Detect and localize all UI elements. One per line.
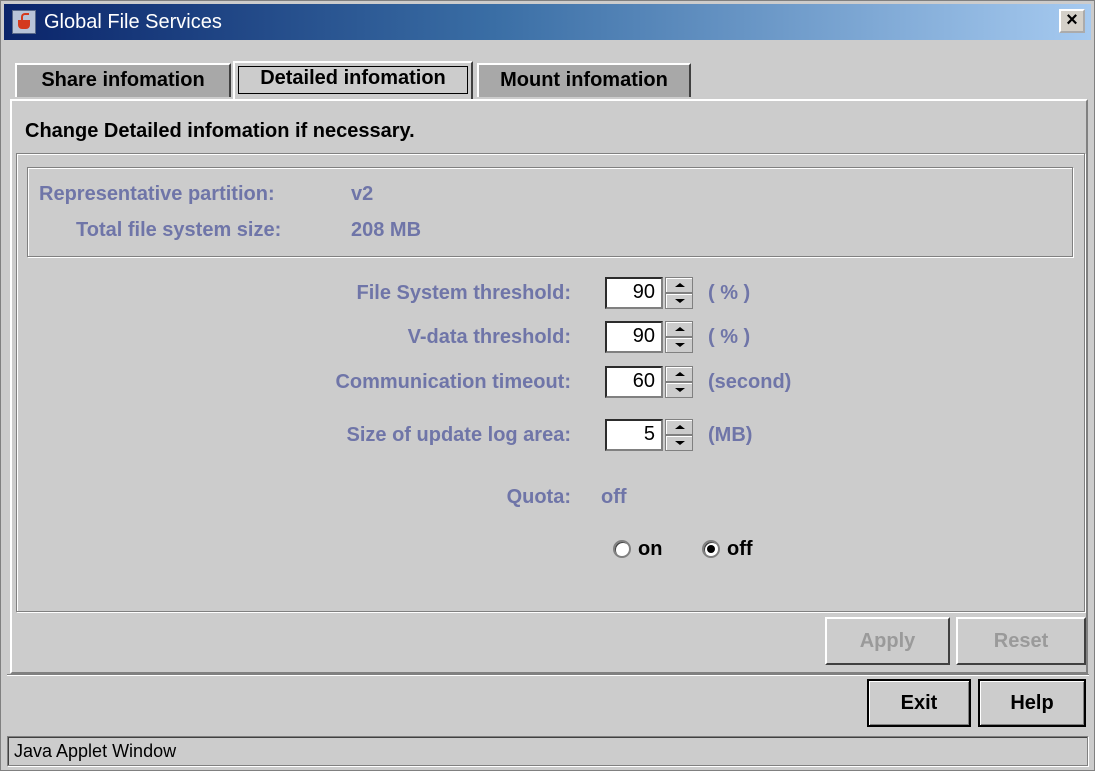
java-cup-icon	[12, 10, 36, 34]
comm-timeout-label: Communication timeout:	[335, 371, 571, 393]
vdata-threshold-input[interactable]: 90	[605, 321, 663, 353]
quota-off-radio[interactable]	[702, 540, 720, 558]
radio-selected-dot	[707, 545, 715, 553]
spinner-up-button[interactable]	[665, 321, 693, 337]
spinner-down-button[interactable]	[665, 382, 693, 398]
comm-timeout-spinner: 60	[605, 366, 693, 398]
size-label: Total file system size:	[76, 219, 282, 241]
arrow-down-icon	[675, 441, 685, 445]
vdata-threshold-unit: ( % )	[708, 326, 751, 348]
arrow-down-icon	[675, 299, 685, 303]
fs-threshold-label: File System threshold:	[356, 282, 572, 304]
info-group	[27, 167, 1073, 257]
spinner-up-button[interactable]	[665, 366, 693, 382]
exit-button[interactable]: Exit	[867, 679, 971, 727]
separator	[7, 674, 1089, 676]
comm-timeout-unit: (second)	[708, 371, 792, 393]
log-area-size-spinner: 5	[605, 419, 693, 451]
quota-label: Quota:	[506, 486, 571, 508]
window-title: Global File Services	[44, 11, 222, 33]
fs-threshold-unit: ( % )	[708, 282, 751, 304]
log-area-size-label: Size of update log area:	[346, 424, 571, 446]
fs-threshold-input[interactable]: 90	[605, 277, 663, 309]
instruction-text: Change Detailed infomation if necessary.	[25, 120, 415, 142]
close-button[interactable]: ×	[1059, 9, 1085, 33]
help-button[interactable]: Help	[978, 679, 1086, 727]
applet-window: Global File Services × Share infomation …	[0, 0, 1095, 771]
tab-share-information[interactable]: Share infomation	[15, 63, 231, 97]
spinner-down-button[interactable]	[665, 337, 693, 353]
vdata-threshold-spinner: 90	[605, 321, 693, 353]
spinner-down-button[interactable]	[665, 293, 693, 309]
arrow-down-icon	[675, 343, 685, 347]
fs-threshold-spinner: 90	[605, 277, 693, 309]
apply-button[interactable]: Apply	[825, 617, 950, 665]
quota-on-label[interactable]: on	[638, 538, 662, 561]
partition-value: v2	[351, 183, 374, 205]
tab-detailed-information[interactable]: Detailed infomation	[233, 61, 473, 99]
comm-timeout-input[interactable]: 60	[605, 366, 663, 398]
arrow-down-icon	[675, 388, 685, 392]
partition-label: Representative partition:	[39, 183, 275, 205]
spinner-down-button[interactable]	[665, 435, 693, 451]
arrow-up-icon	[675, 283, 685, 287]
quota-value: off	[601, 486, 627, 508]
tab-mount-information[interactable]: Mount infomation	[477, 63, 691, 97]
quota-off-label[interactable]: off	[727, 538, 753, 561]
log-area-size-input[interactable]: 5	[605, 419, 663, 451]
arrow-up-icon	[675, 425, 685, 429]
log-area-size-unit: (MB)	[708, 424, 753, 446]
vdata-threshold-label: V-data threshold:	[407, 326, 571, 348]
quota-on-radio[interactable]	[613, 540, 631, 558]
arrow-up-icon	[675, 327, 685, 331]
reset-button[interactable]: Reset	[956, 617, 1086, 665]
spinner-up-button[interactable]	[665, 277, 693, 293]
size-value: 208 MB	[351, 219, 422, 241]
arrow-up-icon	[675, 372, 685, 376]
title-bar[interactable]: Global File Services ×	[4, 4, 1091, 40]
status-bar: Java Applet Window	[7, 736, 1088, 766]
spinner-up-button[interactable]	[665, 419, 693, 435]
